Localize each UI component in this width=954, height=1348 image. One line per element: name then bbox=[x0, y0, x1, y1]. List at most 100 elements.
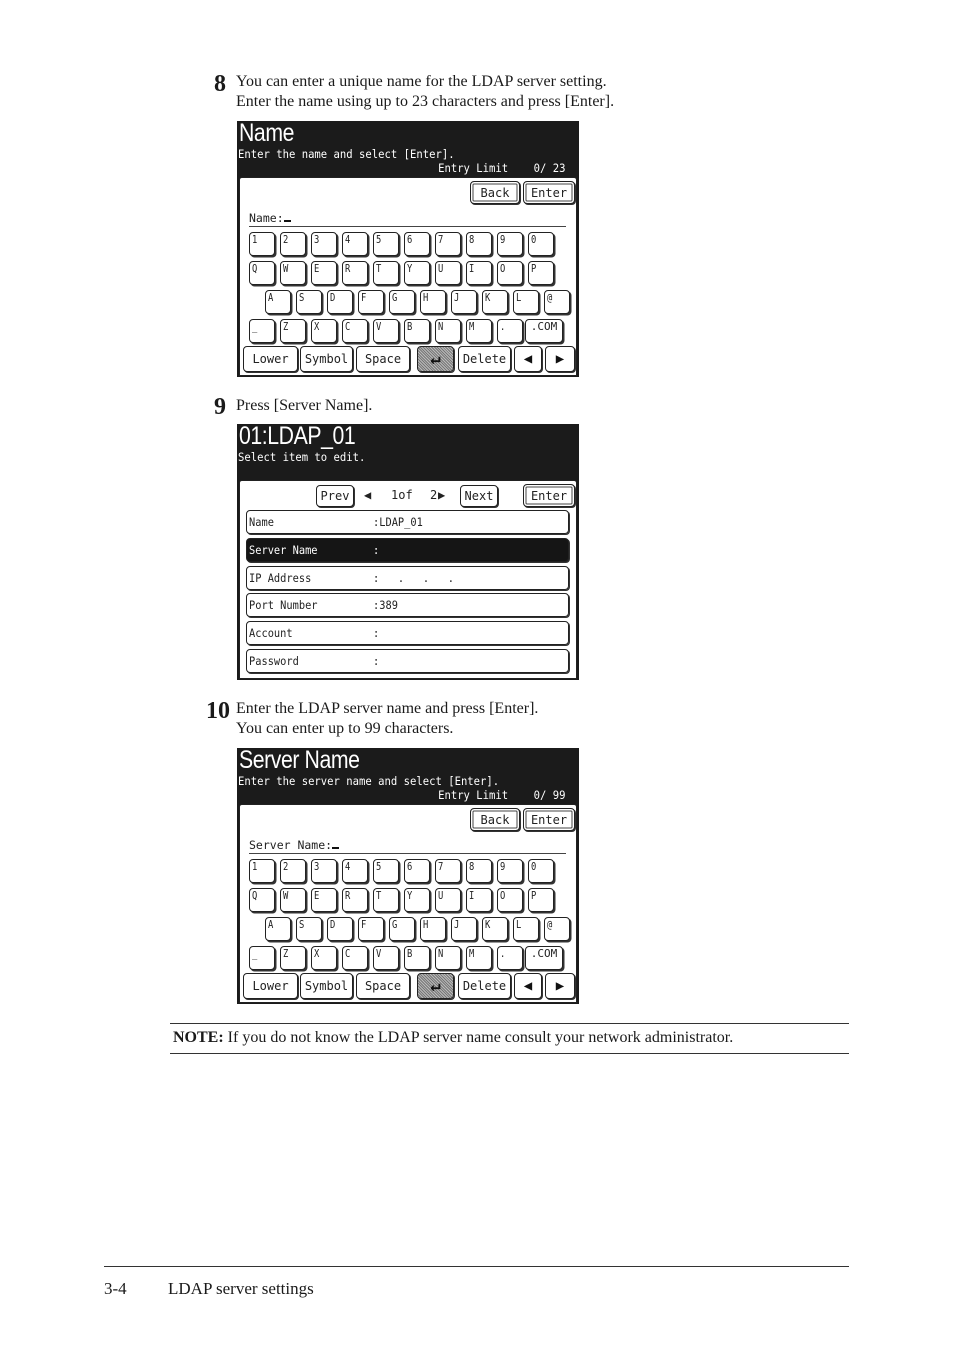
key-@[interactable]: @ bbox=[544, 290, 570, 314]
prev-button[interactable]: Prev bbox=[316, 485, 354, 507]
key-S[interactable]: S bbox=[296, 917, 322, 941]
key-R[interactable]: R bbox=[342, 261, 368, 285]
key-F[interactable]: F bbox=[358, 290, 384, 314]
key-O[interactable]: O bbox=[497, 261, 523, 285]
key-L[interactable]: L bbox=[513, 290, 539, 314]
key-U[interactable]: U bbox=[435, 261, 461, 285]
key-I[interactable]: I bbox=[466, 261, 492, 285]
setting-item-name[interactable]: Name:LDAP_01 bbox=[246, 510, 569, 534]
key-8[interactable]: 8 bbox=[466, 859, 492, 883]
space-button[interactable]: Space bbox=[356, 346, 410, 372]
key-J[interactable]: J bbox=[451, 917, 477, 941]
key-N[interactable]: N bbox=[435, 946, 461, 970]
key-Z[interactable]: Z bbox=[280, 319, 306, 343]
return-button[interactable]: ↵ bbox=[417, 346, 454, 372]
key-7[interactable]: 7 bbox=[435, 232, 461, 256]
key-P[interactable]: P bbox=[528, 888, 554, 912]
key-3[interactable]: 3 bbox=[311, 859, 337, 883]
key-A[interactable]: A bbox=[265, 290, 291, 314]
enter-button[interactable]: Enter bbox=[523, 181, 575, 204]
key-T[interactable]: T bbox=[373, 888, 399, 912]
enter-button[interactable]: Enter bbox=[523, 484, 575, 507]
key-M[interactable]: M bbox=[466, 946, 492, 970]
back-button[interactable]: Back bbox=[470, 808, 520, 831]
key-6[interactable]: 6 bbox=[404, 859, 430, 883]
key-V[interactable]: V bbox=[373, 319, 399, 343]
key-.[interactable]: . bbox=[497, 319, 523, 343]
key-L[interactable]: L bbox=[513, 917, 539, 941]
key-4[interactable]: 4 bbox=[342, 859, 368, 883]
key-2[interactable]: 2 bbox=[280, 859, 306, 883]
key-.[interactable]: . bbox=[497, 946, 523, 970]
setting-item-server-name[interactable]: Server Name: bbox=[246, 537, 569, 562]
setting-item-password[interactable]: Password: bbox=[246, 649, 569, 673]
key-O[interactable]: O bbox=[497, 888, 523, 912]
key-R[interactable]: R bbox=[342, 888, 368, 912]
key-C[interactable]: C bbox=[342, 319, 368, 343]
key-5[interactable]: 5 bbox=[373, 232, 399, 256]
key-1[interactable]: 1 bbox=[249, 859, 275, 883]
cursor-right-button[interactable]: ▶ bbox=[545, 346, 575, 372]
key-Z[interactable]: Z bbox=[280, 946, 306, 970]
key-I[interactable]: I bbox=[466, 888, 492, 912]
key-X[interactable]: X bbox=[311, 319, 337, 343]
key-H[interactable]: H bbox=[420, 290, 446, 314]
key-Y[interactable]: Y bbox=[404, 888, 430, 912]
delete-button[interactable]: Delete bbox=[458, 346, 511, 372]
key-3[interactable]: 3 bbox=[311, 232, 337, 256]
key-Y[interactable]: Y bbox=[404, 261, 430, 285]
delete-button[interactable]: Delete bbox=[458, 973, 511, 999]
key-dotcom[interactable]: .COM bbox=[525, 319, 563, 343]
key-6[interactable]: 6 bbox=[404, 232, 430, 256]
server-name-input[interactable]: Server Name: bbox=[249, 838, 566, 854]
enter-button[interactable]: Enter bbox=[523, 808, 575, 831]
key-K[interactable]: K bbox=[482, 290, 508, 314]
key-Q[interactable]: Q bbox=[249, 261, 275, 285]
cursor-left-button[interactable]: ◀ bbox=[514, 973, 542, 999]
key-P[interactable]: P bbox=[528, 261, 554, 285]
name-input[interactable]: Name: bbox=[249, 211, 566, 227]
key-9[interactable]: 9 bbox=[497, 859, 523, 883]
cursor-left-button[interactable]: ◀ bbox=[514, 346, 542, 372]
key-0[interactable]: 0 bbox=[528, 232, 554, 256]
key-C[interactable]: C bbox=[342, 946, 368, 970]
key-A[interactable]: A bbox=[265, 917, 291, 941]
return-button[interactable]: ↵ bbox=[417, 973, 454, 999]
back-button[interactable]: Back bbox=[470, 181, 520, 204]
key-dotcom[interactable]: .COM bbox=[525, 946, 563, 970]
key-N[interactable]: N bbox=[435, 319, 461, 343]
key-2[interactable]: 2 bbox=[280, 232, 306, 256]
key-5[interactable]: 5 bbox=[373, 859, 399, 883]
setting-item-account[interactable]: Account: bbox=[246, 621, 569, 646]
key-X[interactable]: X bbox=[311, 946, 337, 970]
key-G[interactable]: G bbox=[389, 917, 415, 941]
setting-item-ip-address[interactable]: IP Address: . . . bbox=[246, 565, 569, 590]
key-9[interactable]: 9 bbox=[497, 232, 523, 256]
key-4[interactable]: 4 bbox=[342, 232, 368, 256]
key-@[interactable]: @ bbox=[544, 917, 570, 941]
key-M[interactable]: M bbox=[466, 319, 492, 343]
key-U[interactable]: U bbox=[435, 888, 461, 912]
prev-arrow-icon[interactable]: ◀ bbox=[364, 488, 371, 502]
key-E[interactable]: E bbox=[311, 261, 337, 285]
key-Q[interactable]: Q bbox=[249, 888, 275, 912]
cursor-right-button[interactable]: ▶ bbox=[545, 973, 575, 999]
key-1[interactable]: 1 bbox=[249, 232, 275, 256]
key-D[interactable]: D bbox=[327, 290, 353, 314]
key-W[interactable]: W bbox=[280, 888, 306, 912]
key-B[interactable]: B bbox=[404, 946, 430, 970]
next-button[interactable]: Next bbox=[460, 485, 498, 507]
key-8[interactable]: 8 bbox=[466, 232, 492, 256]
lower-button[interactable]: Lower bbox=[243, 973, 298, 999]
key-G[interactable]: G bbox=[389, 290, 415, 314]
key-_[interactable]: _ bbox=[249, 319, 275, 343]
key-S[interactable]: S bbox=[296, 290, 322, 314]
key-T[interactable]: T bbox=[373, 261, 399, 285]
space-button[interactable]: Space bbox=[356, 973, 410, 999]
key-H[interactable]: H bbox=[420, 917, 446, 941]
key-_[interactable]: _ bbox=[249, 946, 275, 970]
key-J[interactable]: J bbox=[451, 290, 477, 314]
next-arrow-icon[interactable]: ▶ bbox=[438, 488, 445, 502]
key-B[interactable]: B bbox=[404, 319, 430, 343]
key-F[interactable]: F bbox=[358, 917, 384, 941]
